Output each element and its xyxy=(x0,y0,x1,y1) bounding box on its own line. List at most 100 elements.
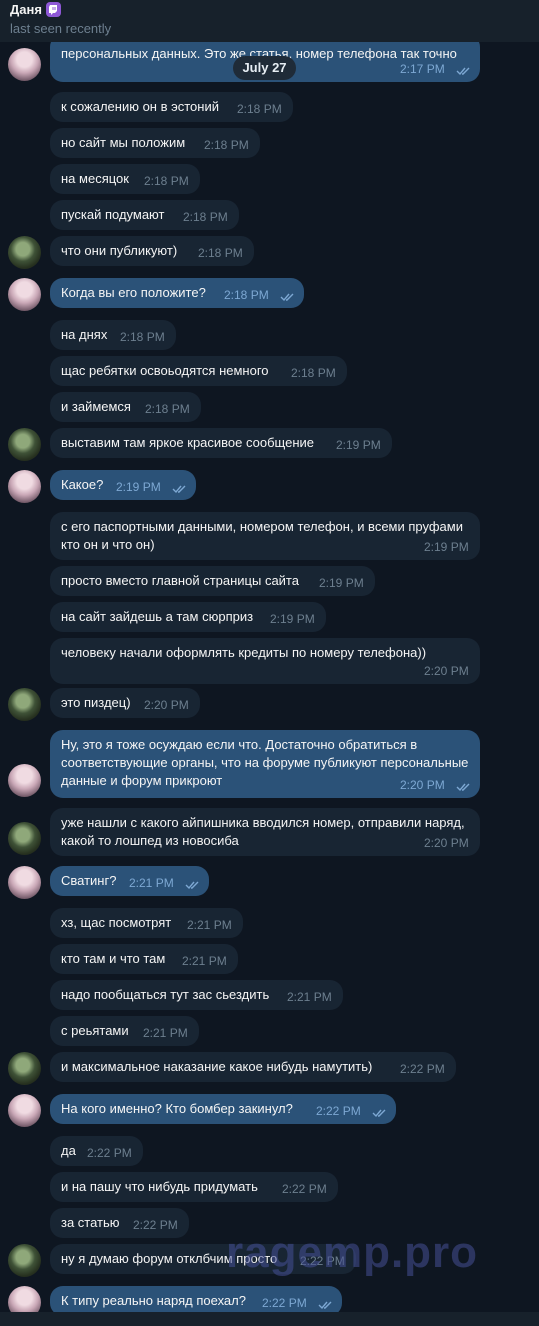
message-outgoing[interactable]: Ну, это я тоже осуждаю если что. Достато… xyxy=(0,730,539,798)
message-bubble[interactable]: с реьятами 2:21 PM xyxy=(50,1016,199,1046)
message-bubble[interactable]: хз, щас посмотрят 2:21 PM xyxy=(50,908,243,938)
message-incoming[interactable]: и на пашу что нибудь придумать 2:22 PM xyxy=(0,1172,539,1202)
message-text: и на пашу что нибудь придумать xyxy=(61,1179,258,1194)
message-incoming[interactable]: да 2:22 PM xyxy=(0,1136,539,1166)
message-bubble[interactable]: на сайт зайдешь а там сюрприз 2:19 PM xyxy=(50,602,326,632)
watermark: ragemp.pro xyxy=(226,1228,479,1277)
message-incoming[interactable]: что они публикуют) 2:18 PM xyxy=(0,236,539,269)
message-incoming[interactable]: и займемся 2:18 PM xyxy=(0,392,539,422)
message-text: да xyxy=(61,1143,76,1158)
message-bubble[interactable]: что они публикуют) 2:18 PM xyxy=(50,236,254,266)
message-time: 2:19 PM xyxy=(319,576,364,590)
message-text: что они публикуют) xyxy=(61,243,178,258)
message-time: 2:21 PM xyxy=(143,1026,188,1040)
my-avatar[interactable] xyxy=(8,470,41,503)
my-avatar[interactable] xyxy=(8,866,41,899)
message-time: 2:21 PM xyxy=(129,876,174,890)
message-incoming[interactable]: это пиздец) 2:20 PM xyxy=(0,688,539,721)
message-time: 2:22 PM xyxy=(400,1062,445,1076)
message-text: щас ребятки освоьодятся немного xyxy=(61,363,269,378)
message-bubble[interactable]: Ну, это я тоже осуждаю если что. Достато… xyxy=(50,730,480,798)
message-time: 2:21 PM xyxy=(182,954,227,968)
message-incoming[interactable]: на сайт зайдешь а там сюрприз 2:19 PM xyxy=(0,602,539,632)
message-list[interactable]: персональных данных. Это же статья, номе… xyxy=(0,0,539,1326)
message-incoming[interactable]: с его паспортными данными, номером телеф… xyxy=(0,512,539,560)
message-outgoing[interactable]: Когда вы его положите? 2:18 PM xyxy=(0,278,539,311)
message-bubble[interactable]: с его паспортными данными, номером телеф… xyxy=(50,512,480,560)
message-incoming[interactable]: но сайт мы положим 2:18 PM xyxy=(0,128,539,158)
message-incoming[interactable]: и максимальное наказание какое нибудь на… xyxy=(0,1052,539,1085)
message-time: 2:18 PM xyxy=(291,366,336,380)
message-bubble[interactable]: кто там и что там 2:21 PM xyxy=(50,944,238,974)
message-outgoing[interactable]: На кого именно? Кто бомбер закинул? 2:22… xyxy=(0,1094,539,1127)
composer-bar[interactable] xyxy=(0,1312,539,1326)
message-bubble[interactable]: за статью 2:22 PM xyxy=(50,1208,189,1238)
message-bubble[interactable]: щас ребятки освоьодятся немного 2:18 PM xyxy=(50,356,347,386)
message-time: 2:22 PM xyxy=(133,1218,178,1232)
read-checkmarks-icon xyxy=(318,1301,332,1310)
message-incoming[interactable]: на днях 2:18 PM xyxy=(0,320,539,350)
message-bubble[interactable]: но сайт мы положим 2:18 PM xyxy=(50,128,260,158)
my-avatar[interactable] xyxy=(8,278,41,311)
message-incoming[interactable]: человеку начали оформлять кредиты по ном… xyxy=(0,638,539,684)
my-avatar[interactable] xyxy=(8,764,41,797)
message-incoming[interactable]: уже нашли с какого айпишника вводился но… xyxy=(0,808,539,856)
message-text: и максимальное наказание какое нибудь на… xyxy=(61,1059,373,1074)
message-bubble[interactable]: человеку начали оформлять кредиты по ном… xyxy=(50,638,480,684)
contact-avatar[interactable] xyxy=(8,688,41,721)
message-outgoing[interactable]: Какое? 2:19 PM xyxy=(0,470,539,503)
message-time: 2:19 PM xyxy=(116,480,161,494)
message-incoming[interactable]: с реьятами 2:21 PM xyxy=(0,1016,539,1046)
message-bubble[interactable]: надо пообщаться тут зас сьездить 2:21 PM xyxy=(50,980,343,1010)
message-text: на месяцок xyxy=(61,171,129,186)
message-bubble[interactable]: это пиздец) 2:20 PM xyxy=(50,688,200,718)
message-bubble[interactable]: пускай подумают 2:18 PM xyxy=(50,200,239,230)
my-avatar[interactable] xyxy=(8,1094,41,1127)
message-text: человеку начали оформлять кредиты по ном… xyxy=(61,645,427,660)
message-incoming[interactable]: выставим там яркое красивое сообщение 2:… xyxy=(0,428,539,461)
message-incoming[interactable]: кто там и что там 2:21 PM xyxy=(0,944,539,974)
message-incoming[interactable]: на месяцок 2:18 PM xyxy=(0,164,539,194)
message-text: уже нашли с какого айпишника вводился но… xyxy=(61,815,465,848)
twitch-badge-icon xyxy=(45,2,61,17)
message-bubble[interactable]: выставим там яркое красивое сообщение 2:… xyxy=(50,428,392,458)
message-bubble[interactable]: Когда вы его положите? 2:18 PM xyxy=(50,278,304,308)
message-outgoing[interactable]: Сватинг? 2:21 PM xyxy=(0,866,539,899)
contact-avatar[interactable] xyxy=(8,822,41,855)
message-bubble[interactable]: На кого именно? Кто бомбер закинул? 2:22… xyxy=(50,1094,396,1124)
message-incoming[interactable]: надо пообщаться тут зас сьездить 2:21 PM xyxy=(0,980,539,1010)
message-time: 2:18 PM xyxy=(198,246,243,260)
message-text: с его паспортными данными, номером телеф… xyxy=(61,519,463,552)
message-bubble[interactable]: к сожалению он в эстоний 2:18 PM xyxy=(50,92,293,122)
read-checkmarks-icon xyxy=(172,485,186,494)
message-bubble[interactable]: да 2:22 PM xyxy=(50,1136,143,1166)
message-incoming[interactable]: хз, щас посмотрят 2:21 PM xyxy=(0,908,539,938)
message-text: кто там и что там xyxy=(61,951,166,966)
message-bubble[interactable]: Сватинг? 2:21 PM xyxy=(50,866,209,896)
message-incoming[interactable]: к сожалению он в эстоний 2:18 PM xyxy=(0,92,539,122)
message-bubble[interactable]: уже нашли с какого айпишника вводился но… xyxy=(50,808,480,856)
message-bubble[interactable]: и займемся 2:18 PM xyxy=(50,392,201,422)
message-bubble[interactable]: и на пашу что нибудь придумать 2:22 PM xyxy=(50,1172,338,1202)
message-text: с реьятами xyxy=(61,1023,129,1038)
contact-avatar[interactable] xyxy=(8,1052,41,1085)
message-incoming[interactable]: пускай подумают 2:18 PM xyxy=(0,200,539,230)
message-incoming[interactable]: просто вместо главной страницы сайта 2:1… xyxy=(0,566,539,596)
message-bubble[interactable]: на месяцок 2:18 PM xyxy=(50,164,200,194)
contact-name-row[interactable]: Даня xyxy=(10,2,61,17)
message-incoming[interactable]: щас ребятки освоьодятся немного 2:18 PM xyxy=(0,356,539,386)
message-bubble[interactable]: Какое? 2:19 PM xyxy=(50,470,196,500)
my-avatar[interactable] xyxy=(8,48,41,81)
chat-header[interactable]: Даня last seen recently xyxy=(0,0,539,42)
date-separator: July 27 xyxy=(233,56,296,80)
message-bubble[interactable]: просто вместо главной страницы сайта 2:1… xyxy=(50,566,375,596)
contact-avatar[interactable] xyxy=(8,1244,41,1277)
read-checkmarks-icon xyxy=(456,783,470,792)
message-bubble[interactable]: и максимальное наказание какое нибудь на… xyxy=(50,1052,456,1082)
message-bubble[interactable]: на днях 2:18 PM xyxy=(50,320,176,350)
message-text: и займемся xyxy=(61,399,131,414)
message-text: но сайт мы положим xyxy=(61,135,186,150)
contact-avatar[interactable] xyxy=(8,428,41,461)
contact-name: Даня xyxy=(10,2,42,17)
contact-avatar[interactable] xyxy=(8,236,41,269)
